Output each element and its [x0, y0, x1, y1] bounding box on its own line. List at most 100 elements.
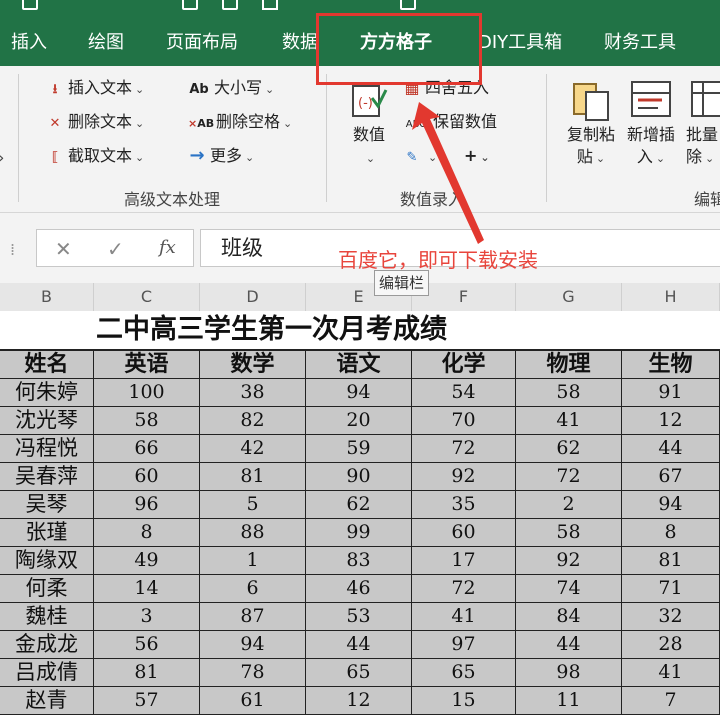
score-cell[interactable]: 78	[200, 659, 306, 686]
student-name-cell[interactable]: 赵青	[0, 687, 94, 714]
score-cell[interactable]: 8	[622, 519, 720, 546]
tab-insert[interactable]: 插入	[11, 30, 47, 58]
score-cell[interactable]: 94	[622, 491, 720, 518]
student-name-cell[interactable]: 何柔	[0, 575, 94, 602]
table-header-cell[interactable]: 物理	[516, 351, 622, 378]
score-cell[interactable]: 72	[516, 463, 622, 490]
check-icon[interactable]: ✓	[107, 237, 124, 261]
student-name-cell[interactable]: 陶缘双	[0, 547, 94, 574]
score-cell[interactable]: 28	[622, 631, 720, 658]
score-cell[interactable]: 67	[622, 463, 720, 490]
score-cell[interactable]: 91	[622, 379, 720, 406]
table-header-cell[interactable]: 语文	[306, 351, 412, 378]
score-cell[interactable]: 66	[94, 435, 200, 462]
keep-values-button[interactable]: ABC 保留数值	[403, 112, 497, 135]
tab-data[interactable]: 数据	[282, 30, 318, 58]
score-cell[interactable]: 6	[200, 575, 306, 602]
score-cell[interactable]: 65	[306, 659, 412, 686]
tab-finance-tools[interactable]: 财务工具	[604, 30, 676, 58]
score-cell[interactable]: 82	[200, 407, 306, 434]
score-cell[interactable]: 71	[622, 575, 720, 602]
change-case-button[interactable]: Ab 大小写 ⌄	[188, 78, 274, 100]
score-cell[interactable]: 41	[622, 659, 720, 686]
table-header-cell[interactable]: 生物	[622, 351, 720, 378]
score-cell[interactable]: 2	[516, 491, 622, 518]
sort-icon[interactable]	[262, 0, 278, 10]
edit-mark-button[interactable]: ✎ ⌄	[403, 146, 438, 168]
copy-paste-button[interactable]: 复制粘贴 ⌄	[560, 124, 622, 170]
student-name-cell[interactable]: 金成龙	[0, 631, 94, 658]
column-header-b[interactable]: B	[0, 283, 94, 311]
score-cell[interactable]: 81	[94, 659, 200, 686]
score-cell[interactable]: 7	[622, 687, 720, 714]
extract-text-button[interactable]: ⟦ 截取文本 ⌄	[46, 146, 144, 168]
score-cell[interactable]: 1	[200, 547, 306, 574]
tab-draw[interactable]: 绘图	[88, 30, 124, 58]
score-cell[interactable]: 41	[516, 407, 622, 434]
score-cell[interactable]: 17	[412, 547, 516, 574]
score-cell[interactable]: 90	[306, 463, 412, 490]
score-cell[interactable]: 20	[306, 407, 412, 434]
score-cell[interactable]: 14	[94, 575, 200, 602]
score-cell[interactable]: 3	[94, 603, 200, 630]
score-cell[interactable]: 100	[94, 379, 200, 406]
score-cell[interactable]: 96	[94, 491, 200, 518]
tab-diy-toolbox[interactable]: DIY工具箱	[478, 30, 562, 58]
ribbon-left-cut-off-item[interactable]: ›	[0, 148, 4, 168]
column-header-g[interactable]: G	[516, 283, 622, 311]
score-cell[interactable]: 99	[306, 519, 412, 546]
new-file-icon[interactable]	[222, 0, 238, 10]
score-cell[interactable]: 49	[94, 547, 200, 574]
more-button[interactable]: → 更多 ⌄	[188, 146, 254, 168]
score-cell[interactable]: 58	[516, 519, 622, 546]
score-cell[interactable]: 12	[306, 687, 412, 714]
score-cell[interactable]: 81	[622, 547, 720, 574]
score-cell[interactable]: 56	[94, 631, 200, 658]
score-cell[interactable]: 62	[516, 435, 622, 462]
score-cell[interactable]: 44	[516, 631, 622, 658]
score-cell[interactable]: 84	[516, 603, 622, 630]
column-header-h[interactable]: H	[622, 283, 720, 311]
table-header-cell[interactable]: 英语	[94, 351, 200, 378]
score-cell[interactable]: 60	[94, 463, 200, 490]
table-header-cell[interactable]: 姓名	[0, 351, 94, 378]
score-cell[interactable]: 11	[516, 687, 622, 714]
score-cell[interactable]: 81	[200, 463, 306, 490]
score-cell[interactable]: 94	[200, 631, 306, 658]
score-cell[interactable]: 44	[306, 631, 412, 658]
score-cell[interactable]: 87	[200, 603, 306, 630]
delete-spaces-button[interactable]: ×AB 删除空格 ⌄	[188, 112, 292, 134]
delete-text-button[interactable]: ✕ 删除文本 ⌄	[46, 112, 145, 134]
document-icon[interactable]	[182, 0, 198, 10]
add-button[interactable]: + ⌄	[464, 146, 490, 168]
add-insert-button[interactable]: 新增插入 ⌄	[620, 124, 682, 170]
sheet-title-row[interactable]: 二中高三学生第一次月考成绩	[0, 311, 720, 349]
score-cell[interactable]: 15	[412, 687, 516, 714]
score-cell[interactable]: 72	[412, 435, 516, 462]
score-cell[interactable]: 46	[306, 575, 412, 602]
score-cell[interactable]: 70	[412, 407, 516, 434]
score-cell[interactable]: 72	[412, 575, 516, 602]
score-cell[interactable]: 65	[412, 659, 516, 686]
score-cell[interactable]: 83	[306, 547, 412, 574]
score-cell[interactable]: 32	[622, 603, 720, 630]
insert-function-button[interactable]: fx	[159, 237, 176, 258]
student-name-cell[interactable]: 沈光琴	[0, 407, 94, 434]
score-cell[interactable]: 53	[306, 603, 412, 630]
score-cell[interactable]: 54	[412, 379, 516, 406]
score-cell[interactable]: 92	[516, 547, 622, 574]
column-header-c[interactable]: C	[94, 283, 200, 311]
score-cell[interactable]: 97	[412, 631, 516, 658]
cancel-icon[interactable]: ✕	[55, 237, 72, 261]
score-cell[interactable]: 92	[412, 463, 516, 490]
score-cell[interactable]: 38	[200, 379, 306, 406]
score-cell[interactable]: 60	[412, 519, 516, 546]
score-cell[interactable]: 58	[94, 407, 200, 434]
score-cell[interactable]: 5	[200, 491, 306, 518]
column-header-d[interactable]: D	[200, 283, 306, 311]
student-name-cell[interactable]: 吴春萍	[0, 463, 94, 490]
score-cell[interactable]: 35	[412, 491, 516, 518]
value-button[interactable]: 数值 ⌄	[346, 124, 392, 170]
score-cell[interactable]: 12	[622, 407, 720, 434]
camera-icon[interactable]	[400, 0, 416, 10]
